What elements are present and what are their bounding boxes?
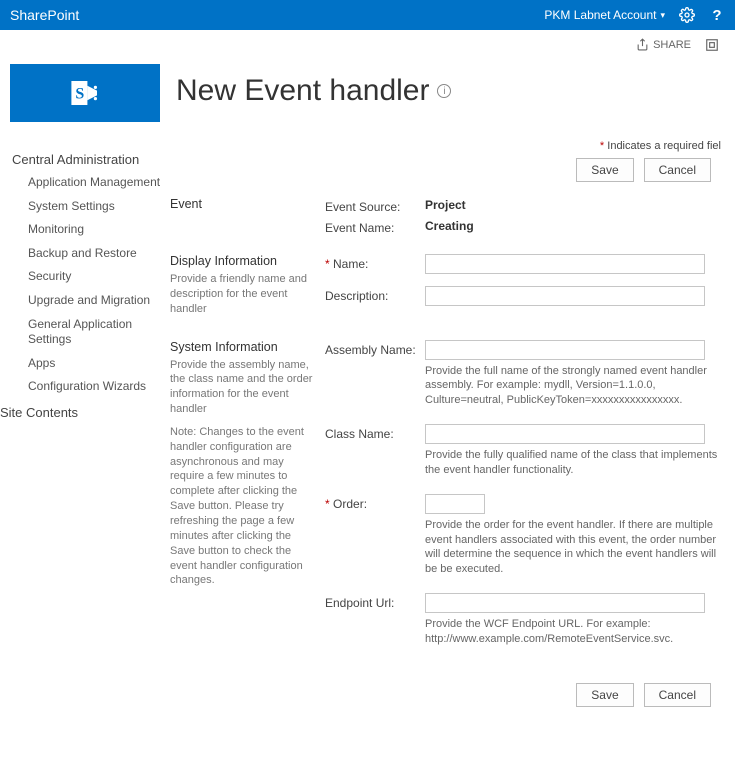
event-source-label: Event Source: (325, 197, 425, 214)
section-display: Display Information Provide a friendly n… (170, 253, 721, 339)
left-nav: Central Administration Application Manag… (0, 140, 170, 751)
required-note-text: Indicates a required fiel (607, 140, 721, 152)
nav-header-central-admin[interactable]: Central Administration (12, 152, 170, 167)
class-input[interactable] (425, 424, 705, 444)
required-star-icon: * (600, 140, 604, 152)
share-button[interactable]: SHARE (636, 38, 691, 51)
section-system-desc1: Provide the assembly name, the class nam… (170, 358, 315, 417)
event-name-value: Creating (425, 219, 474, 233)
nav-item-apps[interactable]: Apps (12, 352, 170, 376)
nav-item-system-settings[interactable]: System Settings (12, 195, 170, 219)
section-system-desc2: Note: Changes to the event handler confi… (170, 425, 315, 588)
account-label: PKM Labnet Account (544, 8, 656, 22)
nav-item-security[interactable]: Security (12, 265, 170, 289)
nav-item-backup-restore[interactable]: Backup and Restore (12, 242, 170, 266)
nav-item-general-app-settings[interactable]: General Application Settings (12, 313, 170, 352)
nav-item-upgrade-migration[interactable]: Upgrade and Migration (12, 289, 170, 313)
save-button-bottom[interactable]: Save (576, 683, 633, 707)
nav-item-config-wizards[interactable]: Configuration Wizards (12, 375, 170, 399)
description-label: Description: (325, 286, 425, 303)
cancel-button-bottom[interactable]: Cancel (644, 683, 711, 707)
save-button-top[interactable]: Save (576, 158, 633, 182)
endpoint-input[interactable] (425, 593, 705, 613)
order-hint: Provide the order for the event handler.… (425, 518, 721, 577)
name-input[interactable] (425, 254, 705, 274)
share-icon (636, 38, 649, 51)
chevron-down-icon: ▾ (660, 10, 665, 21)
ribbon: SHARE (0, 30, 735, 60)
event-source-value: Project (425, 198, 466, 212)
nav-item-monitoring[interactable]: Monitoring (12, 218, 170, 242)
description-input[interactable] (425, 286, 705, 306)
suite-bar: SharePoint PKM Labnet Account ▾ ? (0, 0, 735, 30)
class-hint: Provide the fully qualified name of the … (425, 448, 721, 478)
section-display-desc: Provide a friendly name and description … (170, 272, 315, 317)
share-label: SHARE (653, 39, 691, 51)
brand: SharePoint (10, 7, 79, 23)
required-star-icon: * (325, 497, 330, 511)
nav-site-contents[interactable]: Site Contents (0, 405, 170, 420)
main-content: * Indicates a required fiel Save Cancel … (170, 140, 729, 751)
assembly-label: Assembly Name: (325, 340, 425, 357)
endpoint-label: Endpoint Url: (325, 593, 425, 610)
name-label: * Name: (325, 254, 425, 271)
section-display-title: Display Information (170, 254, 315, 268)
section-system: System Information Provide the assembly … (170, 339, 721, 677)
focus-icon (705, 38, 719, 52)
cancel-button-top[interactable]: Cancel (644, 158, 711, 182)
help-icon[interactable]: ? (709, 7, 725, 23)
focus-button[interactable] (705, 38, 719, 52)
nav-item-app-mgmt[interactable]: Application Management (12, 171, 170, 195)
required-note: * Indicates a required fiel (170, 140, 721, 152)
gear-icon[interactable] (679, 7, 695, 23)
account-menu[interactable]: PKM Labnet Account ▾ (544, 8, 665, 22)
section-event: Event Event Source: Project Event Name: … (170, 196, 721, 253)
order-input[interactable] (425, 494, 485, 514)
required-star-icon: * (325, 257, 330, 271)
endpoint-hint: Provide the WCF Endpoint URL. For exampl… (425, 617, 721, 647)
event-name-label: Event Name: (325, 218, 425, 235)
section-system-title: System Information (170, 340, 315, 354)
class-label: Class Name: (325, 424, 425, 441)
assembly-hint: Provide the full name of the strongly na… (425, 364, 721, 409)
order-label: * Order: (325, 494, 425, 511)
section-event-title: Event (170, 197, 315, 211)
assembly-input[interactable] (425, 340, 705, 360)
